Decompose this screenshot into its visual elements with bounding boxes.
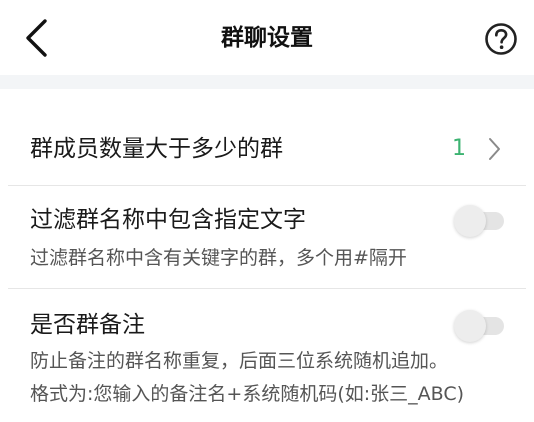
top-bar: 群聊设置 (0, 0, 534, 75)
group-remark-toggle[interactable] (454, 309, 508, 343)
question-circle-icon[interactable] (484, 22, 518, 56)
section-gap (0, 75, 534, 89)
filter-keyword-label: 过滤群名称中包含指定文字 (30, 207, 306, 233)
group-remark-description-line2: 格式为:您输入的备注名+系统随机码(如:张三_ABC) (30, 383, 465, 405)
chevron-right-icon (489, 138, 500, 160)
filter-keyword-row: 过滤群名称中包含指定文字 过滤群名称中含有关键字的群，多个用#隔开 (0, 186, 534, 286)
member-count-value: 1 (452, 136, 466, 161)
group-remark-label: 是否群备注 (30, 312, 145, 338)
member-count-label: 群成员数量大于多少的群 (30, 136, 283, 162)
toggle-knob (454, 310, 486, 342)
group-remark-description-line1: 防止备注的群名称重复，后面三位系统随机追加。 (30, 350, 449, 372)
toggle-knob (454, 205, 486, 237)
filter-keyword-description: 过滤群名称中含有关键字的群，多个用#隔开 (30, 247, 407, 269)
member-count-row[interactable]: 群成员数量大于多少的群 1 (0, 89, 534, 185)
filter-keyword-toggle[interactable] (454, 204, 508, 238)
page-title: 群聊设置 (221, 25, 313, 51)
group-remark-row: 是否群备注 防止备注的群名称重复，后面三位系统随机追加。 格式为:您输入的备注名… (0, 289, 534, 422)
